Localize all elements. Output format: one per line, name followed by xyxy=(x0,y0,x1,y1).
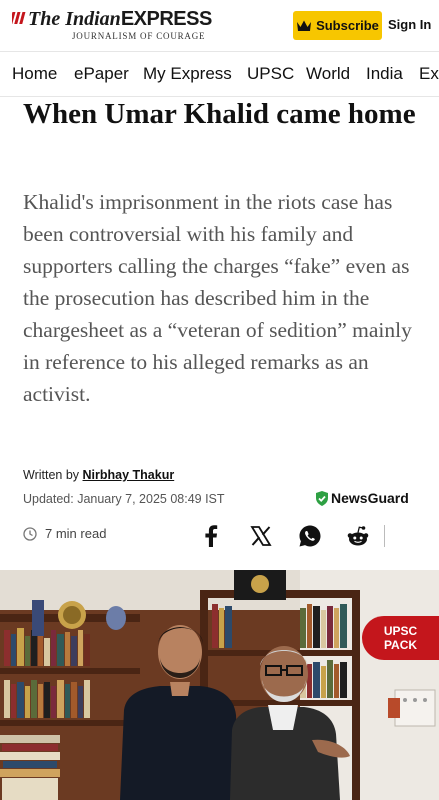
share-divider xyxy=(384,525,385,547)
upsc-pack-line1: UPSC xyxy=(383,624,418,638)
subscribe-label: Subscribe xyxy=(316,18,379,33)
facebook-share-button[interactable] xyxy=(198,523,224,549)
clock-icon xyxy=(23,526,37,541)
x-icon xyxy=(250,526,272,546)
read-time-label: 7 min read xyxy=(45,526,107,541)
facebook-icon xyxy=(205,525,218,547)
main-nav: Home ePaper My Express UPSC World India … xyxy=(0,53,439,97)
lead-photo[interactable] xyxy=(0,570,439,800)
upsc-pack-line2: PACK xyxy=(383,638,418,652)
crown-icon xyxy=(297,20,312,31)
author-link[interactable]: Nirbhay Thakur xyxy=(83,468,175,482)
nav-item-epaper[interactable]: ePaper xyxy=(74,64,129,84)
nav-item-upsc[interactable]: UPSC xyxy=(247,64,294,84)
updated-timestamp: Updated: January 7, 2025 08:49 IST xyxy=(23,492,225,506)
article-synopsis: Khalid's imprisonment in the riots case … xyxy=(23,190,412,406)
nav-item-my-express[interactable]: My Express xyxy=(143,64,232,84)
site-logo[interactable]: The IndianEXPRESS JOURNALISM OF COURAGE xyxy=(12,8,212,46)
whatsapp-icon xyxy=(299,525,321,547)
byline: Written by Nirbhay Thakur xyxy=(23,468,174,482)
reddit-icon xyxy=(347,526,369,546)
nav-item-world[interactable]: World xyxy=(306,64,350,84)
top-bar: The IndianEXPRESS JOURNALISM OF COURAGE … xyxy=(0,0,439,52)
newsguard-badge[interactable]: NewsGuard xyxy=(316,490,409,506)
subscribe-button[interactable]: Subscribe xyxy=(293,11,382,40)
sign-in-link[interactable]: Sign In xyxy=(388,17,431,32)
newsguard-label: NewsGuard xyxy=(331,490,409,506)
article-headline: When Umar Khalid came home xyxy=(23,98,416,130)
read-time: 7 min read xyxy=(23,526,106,541)
whatsapp-share-button[interactable] xyxy=(297,523,323,549)
shield-check-icon xyxy=(316,490,328,506)
logo-mark-icon xyxy=(12,12,26,24)
upsc-pack-badge[interactable]: UPSC PACK xyxy=(362,616,439,660)
nav-item-india[interactable]: India xyxy=(366,64,403,84)
byline-prefix: Written by xyxy=(23,468,83,482)
reddit-share-button[interactable] xyxy=(345,523,371,549)
lead-photo-illustration xyxy=(0,570,439,800)
logo-wordmark: The IndianEXPRESS xyxy=(28,8,212,30)
nav-item-explained[interactable]: Ex xyxy=(419,64,439,84)
x-share-button[interactable] xyxy=(248,523,274,549)
logo-tagline: JOURNALISM OF COURAGE xyxy=(72,31,206,41)
nav-item-home[interactable]: Home xyxy=(12,64,57,84)
